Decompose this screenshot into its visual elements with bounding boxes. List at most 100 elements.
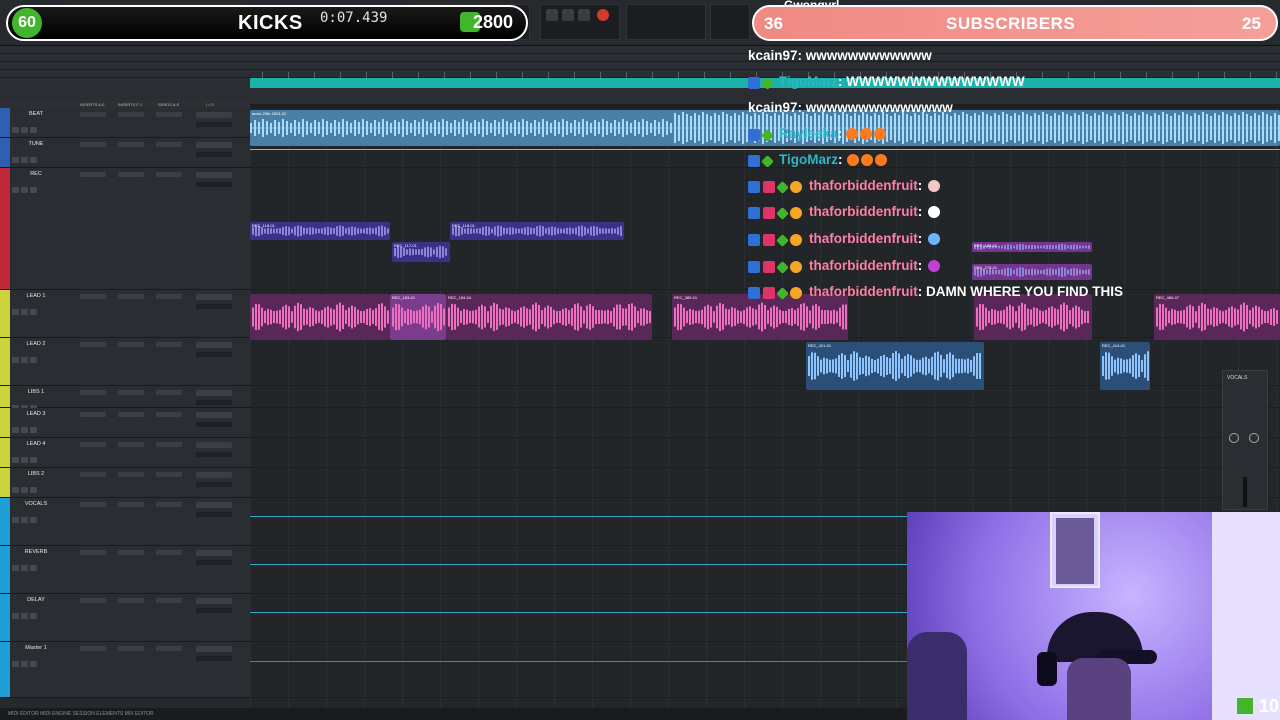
io-selector[interactable] bbox=[196, 442, 232, 448]
send-slot[interactable] bbox=[156, 342, 182, 347]
volume-readout[interactable] bbox=[196, 452, 232, 457]
clip-rec-2[interactable]: REC_117-01 bbox=[392, 242, 450, 262]
insert-slot[interactable] bbox=[118, 294, 144, 299]
volume-readout[interactable] bbox=[196, 422, 232, 427]
insert-slot[interactable] bbox=[118, 646, 144, 651]
track-name[interactable]: DELAY bbox=[14, 597, 58, 603]
record-enable-button[interactable] bbox=[12, 661, 19, 667]
track-name[interactable]: Master 1 bbox=[14, 645, 58, 651]
record-enable-button[interactable] bbox=[12, 357, 19, 363]
mute-button[interactable] bbox=[30, 127, 37, 133]
mute-button[interactable] bbox=[30, 309, 37, 315]
volume-readout[interactable] bbox=[196, 512, 232, 517]
insert-slot[interactable] bbox=[80, 172, 106, 177]
record-enable-button[interactable] bbox=[12, 309, 19, 315]
track-header-vocals[interactable]: VOCALS bbox=[0, 498, 250, 546]
track-header-rec[interactable]: REC bbox=[0, 168, 250, 290]
volume-readout[interactable] bbox=[196, 482, 232, 487]
io-selector[interactable] bbox=[196, 598, 232, 604]
volume-readout[interactable] bbox=[196, 656, 232, 661]
io-selector[interactable] bbox=[196, 646, 232, 652]
solo-button[interactable] bbox=[21, 517, 28, 523]
track-name[interactable]: VOCALS bbox=[14, 501, 58, 507]
solo-button[interactable] bbox=[21, 427, 28, 433]
pan-knob-right[interactable] bbox=[1249, 433, 1259, 443]
clip-rec-1[interactable]: REC_116-01 bbox=[250, 222, 390, 240]
send-slot[interactable] bbox=[156, 390, 182, 395]
track-name[interactable]: BEAT bbox=[14, 111, 58, 117]
mute-button[interactable] bbox=[30, 661, 37, 667]
io-selector[interactable] bbox=[196, 472, 232, 478]
insert-slot[interactable] bbox=[118, 442, 144, 447]
insert-slot[interactable] bbox=[118, 172, 144, 177]
send-slot[interactable] bbox=[156, 442, 182, 447]
io-selector[interactable] bbox=[196, 294, 232, 300]
track-lane[interactable] bbox=[250, 468, 1280, 498]
record-enable-button[interactable] bbox=[12, 565, 19, 571]
record-enable-button[interactable] bbox=[12, 427, 19, 433]
clip-lead1-d[interactable]: REC_466-07 bbox=[1154, 294, 1280, 340]
mute-button[interactable] bbox=[30, 565, 37, 571]
track-header-master-1[interactable]: Master 1 bbox=[0, 642, 250, 698]
record-enable-button[interactable] bbox=[12, 613, 19, 619]
track-header-lead-2[interactable]: LEAD 2 bbox=[0, 338, 250, 386]
track-name[interactable]: LEAD 3 bbox=[14, 411, 58, 417]
ruler-bars[interactable] bbox=[0, 46, 1280, 54]
record-enable-button[interactable] bbox=[12, 127, 19, 133]
clip-rec-5[interactable]: REC_278-01 bbox=[972, 264, 1092, 280]
solo-button[interactable] bbox=[21, 127, 28, 133]
insert-slot[interactable] bbox=[80, 550, 106, 555]
solo-button[interactable] bbox=[21, 309, 28, 315]
io-selector[interactable] bbox=[196, 342, 232, 348]
track-name[interactable]: LEAD 4 bbox=[14, 441, 58, 447]
record-enable-button[interactable] bbox=[12, 157, 19, 163]
mute-button[interactable] bbox=[30, 613, 37, 619]
track-header-lead-1[interactable]: LEAD 1 bbox=[0, 290, 250, 338]
pan-knob-left[interactable] bbox=[1229, 433, 1239, 443]
track-header-lead-4[interactable]: LEAD 4 bbox=[0, 438, 250, 468]
mute-button[interactable] bbox=[30, 487, 37, 493]
send-slot[interactable] bbox=[156, 294, 182, 299]
solo-button[interactable] bbox=[21, 565, 28, 571]
track-name[interactable]: LIBS 1 bbox=[14, 389, 58, 395]
volume-readout[interactable] bbox=[196, 122, 232, 127]
track-name[interactable]: LIBS 2 bbox=[14, 471, 58, 477]
ruler-tempo[interactable] bbox=[0, 62, 1280, 70]
clip-lead2-b[interactable]: REC_414-01 bbox=[1100, 342, 1150, 390]
solo-button[interactable] bbox=[21, 187, 28, 193]
send-slot[interactable] bbox=[156, 142, 182, 147]
insert-slot[interactable] bbox=[118, 598, 144, 603]
record-enable-button[interactable] bbox=[12, 517, 19, 523]
floating-output-window[interactable]: VOCALS bbox=[1222, 370, 1268, 510]
io-selector[interactable] bbox=[196, 502, 232, 508]
mute-button[interactable] bbox=[30, 457, 37, 463]
insert-slot[interactable] bbox=[80, 412, 106, 417]
rewind-button[interactable] bbox=[546, 9, 558, 21]
io-selector[interactable] bbox=[196, 550, 232, 556]
track-header-libs-2[interactable]: LIBS 2 bbox=[0, 468, 250, 498]
clip-lead2-a[interactable]: REC_421-01 bbox=[806, 342, 984, 390]
solo-button[interactable] bbox=[21, 613, 28, 619]
volume-readout[interactable] bbox=[196, 352, 232, 357]
send-slot[interactable] bbox=[156, 112, 182, 117]
insert-slot[interactable] bbox=[118, 412, 144, 417]
io-selector[interactable] bbox=[196, 142, 232, 148]
solo-button[interactable] bbox=[21, 487, 28, 493]
mute-button[interactable] bbox=[30, 187, 37, 193]
track-name[interactable]: LEAD 2 bbox=[14, 341, 58, 347]
volume-readout[interactable] bbox=[196, 400, 232, 405]
insert-slot[interactable] bbox=[80, 646, 106, 651]
clip-rec-1b[interactable]: REC_116-01 bbox=[450, 222, 624, 240]
record-enable-button[interactable] bbox=[12, 457, 19, 463]
insert-slot[interactable] bbox=[118, 502, 144, 507]
send-slot[interactable] bbox=[156, 550, 182, 555]
mute-button[interactable] bbox=[30, 357, 37, 363]
volume-readout[interactable] bbox=[196, 152, 232, 157]
insert-slot[interactable] bbox=[80, 390, 106, 395]
solo-button[interactable] bbox=[21, 457, 28, 463]
mute-button[interactable] bbox=[30, 517, 37, 523]
track-header-beat[interactable]: BEAT bbox=[0, 108, 250, 138]
io-selector[interactable] bbox=[196, 112, 232, 118]
volume-readout[interactable] bbox=[196, 608, 232, 613]
track-header-delay[interactable]: DELAY bbox=[0, 594, 250, 642]
